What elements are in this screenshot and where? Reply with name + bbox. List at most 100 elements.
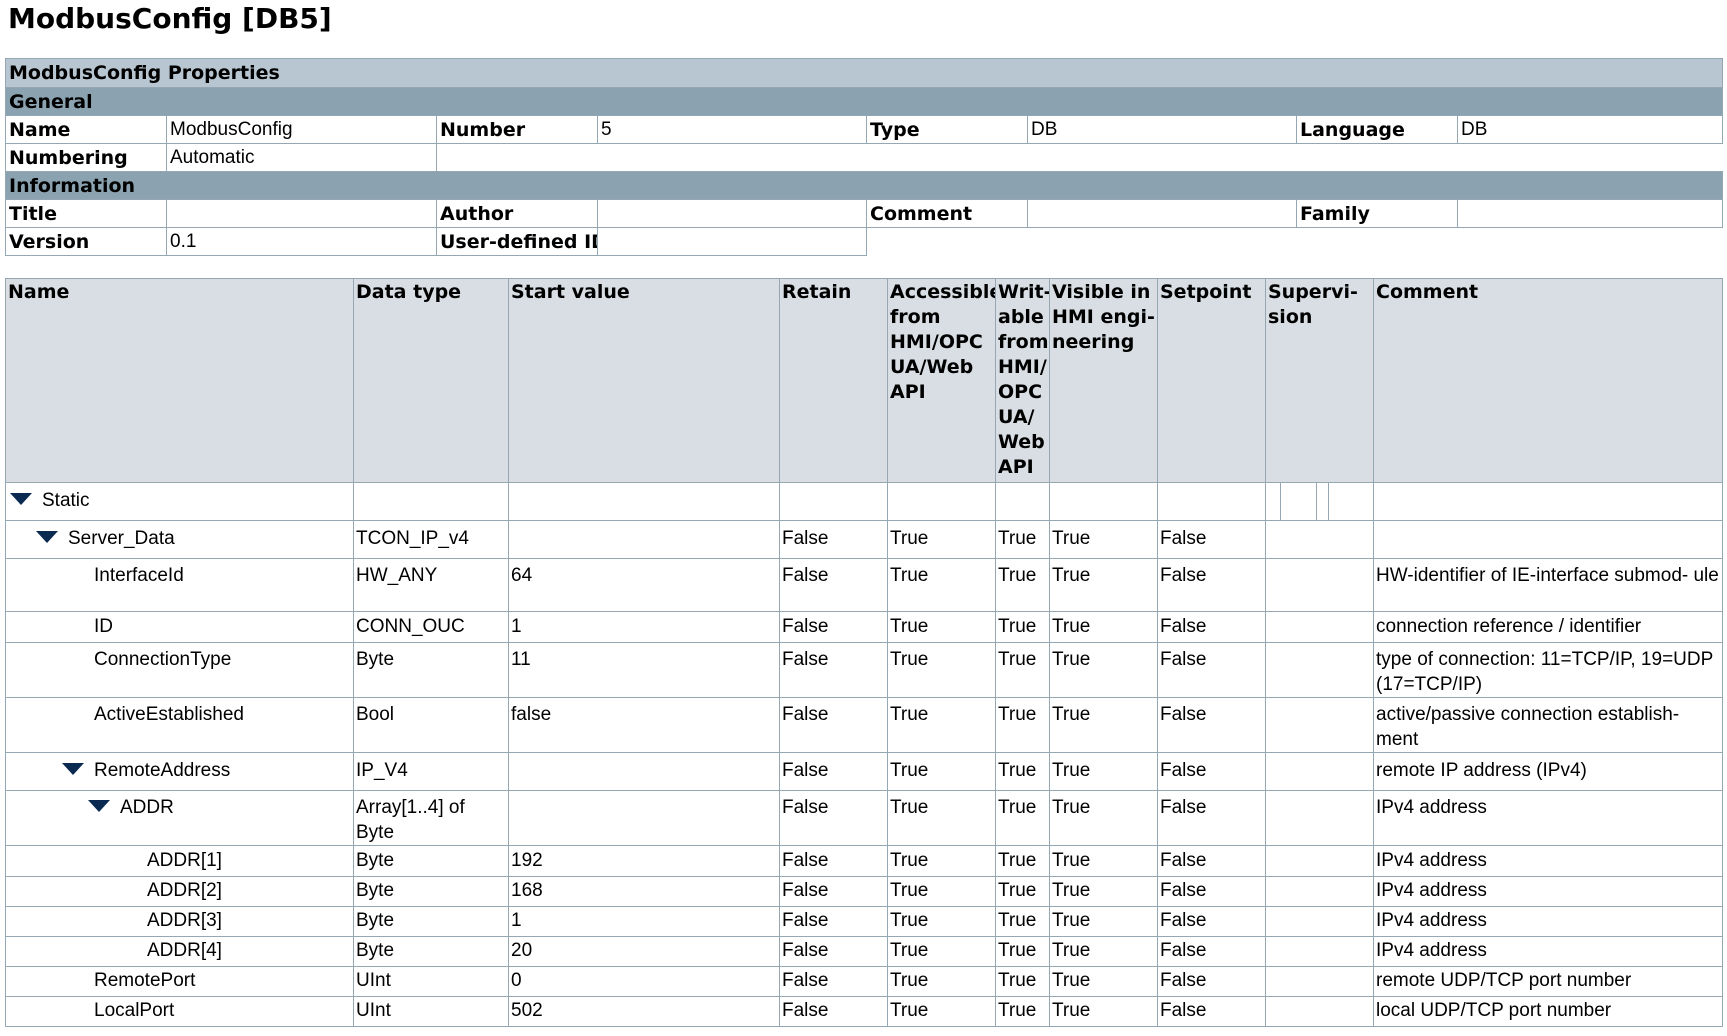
row-visible: True	[1049, 642, 1158, 698]
row-comment: IPv4 address	[1373, 936, 1723, 967]
row-writable: True	[995, 642, 1050, 698]
row-setpoint: False	[1157, 752, 1266, 791]
row-accessible: True	[887, 558, 996, 612]
row-accessible: True	[887, 906, 996, 937]
type-label: Type	[866, 115, 1028, 144]
row-accessible: True	[887, 936, 996, 967]
row-retain: False	[779, 845, 888, 877]
column-header-data-type: Data type	[353, 278, 509, 483]
number-label: Number	[436, 115, 598, 144]
row-retain: False	[779, 906, 888, 937]
row-supervision	[1265, 906, 1374, 937]
row-retain: False	[779, 966, 888, 997]
row-name: ADDR[3]	[5, 906, 354, 937]
row-supervision	[1265, 876, 1374, 907]
collapse-triangle-icon[interactable]	[10, 492, 32, 505]
table-row: ADDR[3] Byte 1 False True True True Fals…	[5, 906, 1723, 937]
family-label: Family	[1296, 199, 1458, 228]
row-name: LocalPort	[5, 996, 354, 1027]
row-accessible: True	[887, 697, 996, 753]
column-header-start-value: Start value	[508, 278, 780, 483]
table-row: LocalPort UInt 502 False True True True …	[5, 996, 1723, 1027]
version-value: 0.1	[166, 227, 437, 256]
table-row: RemotePort UInt 0 False True True True F…	[5, 966, 1723, 997]
collapse-triangle-icon[interactable]	[88, 799, 110, 812]
author-label: Author	[436, 199, 598, 228]
row-start-value	[508, 752, 780, 791]
row-accessible: True	[887, 520, 996, 559]
row-visible: True	[1049, 936, 1158, 967]
row-retain: False	[779, 697, 888, 753]
variables-table: Name Data type Start value Retain Access…	[5, 278, 1723, 1027]
row-data-type: CONN_OUC	[353, 611, 509, 643]
row-start-value: 1	[508, 611, 780, 643]
collapse-triangle-icon[interactable]	[62, 762, 84, 775]
row-name: ActiveEstablished	[5, 697, 354, 753]
row-writable: True	[995, 752, 1050, 791]
row-setpoint: False	[1157, 996, 1266, 1027]
table-row: ADDR[1] Byte 192 False True True True Fa…	[5, 845, 1723, 877]
row-start-value: 64	[508, 558, 780, 612]
version-label: Version	[5, 227, 167, 256]
row-retain: False	[779, 790, 888, 846]
row-data-type: Array[1..4] of Byte	[353, 790, 509, 846]
type-value: DB	[1027, 115, 1297, 144]
row-name: RemoteAddress	[5, 752, 354, 791]
user-defined-id-value	[597, 227, 867, 256]
row-supervision	[1265, 697, 1374, 753]
row-writable: True	[995, 936, 1050, 967]
row-comment	[1373, 482, 1723, 521]
row-comment: HW-identifier of IE-interface submod- ul…	[1373, 558, 1723, 612]
row-writable: True	[995, 876, 1050, 907]
row-supervision	[1265, 845, 1374, 877]
table-row: InterfaceId HW_ANY 64 False True True Tr…	[5, 558, 1723, 612]
row-supervision	[1265, 790, 1374, 846]
row-name-label: Server_Data	[68, 528, 175, 549]
row-data-type: HW_ANY	[353, 558, 509, 612]
row-retain: False	[779, 642, 888, 698]
row-data-type: Byte	[353, 936, 509, 967]
row-setpoint: False	[1157, 876, 1266, 907]
row-comment: IPv4 address	[1373, 845, 1723, 877]
row-data-type: Byte	[353, 876, 509, 907]
row-visible: True	[1049, 996, 1158, 1027]
row-start-value: 11	[508, 642, 780, 698]
table-row: RemoteAddress IP_V4 False True True True…	[5, 752, 1723, 791]
row-setpoint: False	[1157, 520, 1266, 559]
row-data-type: Bool	[353, 697, 509, 753]
row-retain: False	[779, 996, 888, 1027]
table-row: ConnectionType Byte 11 False True True T…	[5, 642, 1723, 698]
row-name-label: RemoteAddress	[94, 760, 231, 781]
row-accessible: True	[887, 642, 996, 698]
row-accessible	[887, 482, 996, 521]
title-value	[166, 199, 437, 228]
row-name: ConnectionType	[5, 642, 354, 698]
row-retain: False	[779, 752, 888, 791]
row-supervision	[1265, 520, 1374, 559]
row-visible: True	[1049, 558, 1158, 612]
table-row: ADDR Array[1..4] of Byte False True True…	[5, 790, 1723, 846]
row-setpoint	[1157, 482, 1266, 521]
column-header-visible: Visible in HMI engi- neering	[1049, 278, 1158, 483]
column-header-accessible: Accessible from HMI/OPC UA/Web API	[887, 278, 996, 483]
row-comment: remote UDP/TCP port number	[1373, 966, 1723, 997]
row-setpoint: False	[1157, 790, 1266, 846]
row-retain: False	[779, 936, 888, 967]
row-writable: True	[995, 906, 1050, 937]
row-setpoint: False	[1157, 697, 1266, 753]
row-supervision	[1265, 996, 1374, 1027]
row-start-value: 0	[508, 966, 780, 997]
general-section-header: General	[4, 87, 1724, 116]
row-retain: False	[779, 876, 888, 907]
table-row: ADDR[4] Byte 20 False True True True Fal…	[5, 936, 1723, 967]
row-name: Server_Data	[5, 520, 354, 559]
user-defined-id-label: User-defined ID	[436, 227, 598, 256]
row-writable: True	[995, 697, 1050, 753]
collapse-triangle-icon[interactable]	[36, 530, 58, 543]
table-row: Static	[5, 482, 1723, 521]
row-name-label: ADDR	[120, 797, 174, 818]
table-row: ADDR[2] Byte 168 False True True True Fa…	[5, 876, 1723, 907]
number-value: 5	[597, 115, 867, 144]
row-retain: False	[779, 520, 888, 559]
blank-cell	[437, 144, 1723, 172]
